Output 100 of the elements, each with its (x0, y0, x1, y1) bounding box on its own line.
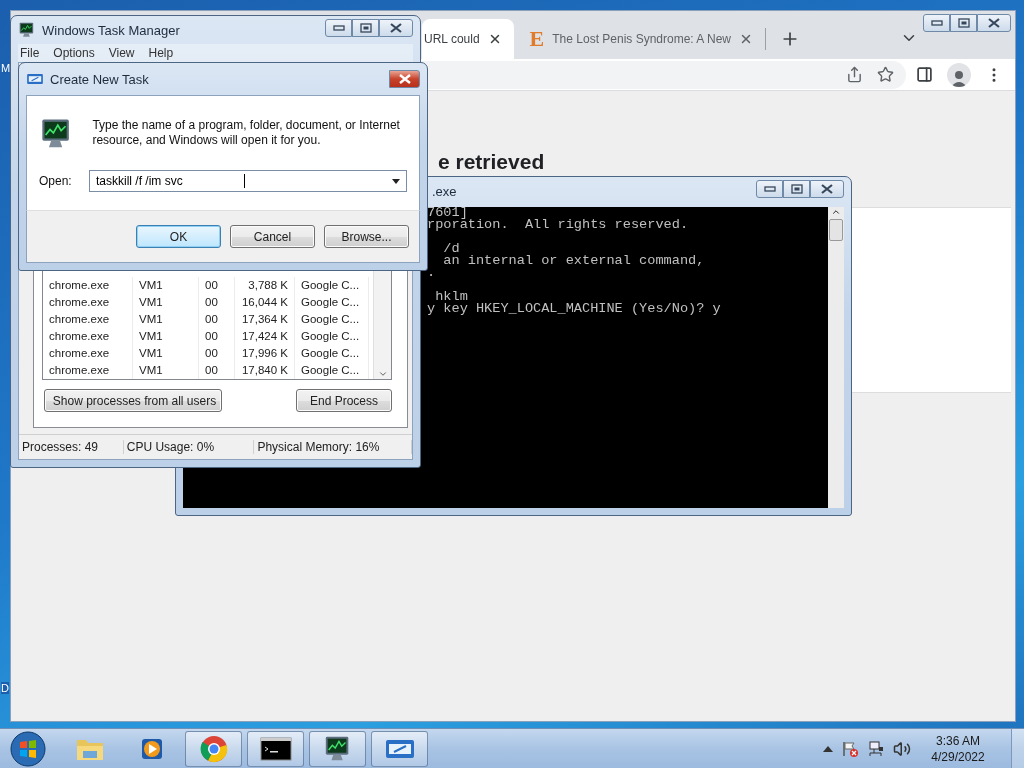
scroll-down-icon[interactable] (377, 369, 388, 379)
menu-item[interactable]: Options (53, 46, 95, 60)
tab-title: URL could (424, 32, 480, 46)
table-cell: 00 (199, 311, 235, 328)
taskbar-button[interactable] (309, 731, 366, 767)
show-hidden-icons-icon[interactable] (823, 745, 833, 753)
table-cell: 17,424 K (235, 328, 295, 345)
console-line: 7601] (427, 207, 468, 219)
network-icon[interactable] (867, 740, 885, 758)
table-cell: Google C... (295, 277, 369, 294)
maximize-button[interactable] (352, 19, 379, 37)
close-button[interactable] (379, 19, 413, 37)
table-cell: chrome.exe (43, 294, 133, 311)
run-dialog-icon (383, 737, 416, 761)
table-cell: 00 (199, 328, 235, 345)
maximize-icon (790, 184, 803, 194)
clock-time: 3:36 AM (936, 733, 980, 749)
table-cell: 00 (199, 277, 235, 294)
browse-button[interactable]: Browse... (324, 225, 409, 248)
side-panel-icon[interactable] (916, 66, 933, 83)
console-line: . (427, 267, 437, 279)
start-button[interactable] (9, 730, 47, 768)
chrome-icon (199, 735, 228, 763)
console-line: an internal or external command, (442, 255, 706, 267)
scroll-up-icon[interactable] (831, 207, 841, 217)
table-cell: VM1 (133, 277, 199, 294)
console-line: y key HKEY_LOCAL_MACHINE (Yes/No)? y (427, 303, 722, 315)
window-title: .exe (432, 183, 457, 199)
show-all-processes-button[interactable]: Show processes from all users (44, 389, 222, 412)
maximize-button[interactable] (950, 14, 977, 32)
close-icon (987, 18, 1001, 28)
table-cell: chrome.exe (43, 345, 133, 362)
browser-tab[interactable]: E The Lost Penis Syndrome: A New (517, 19, 766, 59)
close-button[interactable] (389, 70, 420, 88)
table-cell: VM1 (133, 294, 199, 311)
open-combobox[interactable]: taskkill /f /im svc (89, 170, 407, 192)
table-cell: Google C... (295, 294, 369, 311)
scrollbar-thumb[interactable] (829, 219, 843, 241)
status-text: Processes: 49 (19, 440, 124, 454)
minimize-button[interactable] (923, 14, 950, 32)
end-process-button[interactable]: End Process (296, 389, 392, 412)
minimize-button[interactable] (325, 19, 352, 37)
table-cell: chrome.exe (43, 328, 133, 345)
minimize-icon (763, 186, 776, 192)
table-cell: VM1 (133, 328, 199, 345)
dialog-title: Create New Task (50, 71, 149, 87)
close-button[interactable] (977, 14, 1011, 32)
maximize-button[interactable] (783, 180, 810, 198)
maximize-icon (957, 18, 970, 28)
volume-icon[interactable] (893, 740, 911, 758)
close-icon (397, 74, 412, 84)
table-cell: Google C... (295, 328, 369, 345)
console-line: rporation. All rights reserved. (427, 219, 690, 231)
tab-title: The Lost Penis Syndrome: A New (552, 32, 732, 46)
console-line: hklm (434, 291, 469, 303)
table-cell: 17,996 K (235, 345, 295, 362)
taskbar-button[interactable] (247, 731, 304, 767)
close-icon (820, 184, 834, 194)
ok-button[interactable]: OK (136, 225, 221, 248)
status-text: Physical Memory: 16% (254, 440, 412, 454)
menu-item[interactable]: View (108, 46, 135, 60)
table-cell: 3,788 K (235, 277, 295, 294)
table-cell: VM1 (133, 311, 199, 328)
action-center-flag-icon[interactable] (841, 740, 859, 758)
maximize-icon (359, 23, 372, 33)
share-icon[interactable] (846, 66, 863, 83)
desktop-icon-label[interactable]: M (1, 62, 11, 74)
table-cell: VM1 (133, 362, 199, 379)
console-line: /d (442, 243, 461, 255)
minimize-icon (332, 25, 345, 31)
dropdown-caret-icon[interactable] (392, 178, 400, 184)
cancel-button[interactable]: Cancel (230, 225, 315, 248)
dialog-message: Type the name of a program, folder, document, or Internet resource, and Windows will open it for you. (92, 117, 401, 148)
menu-item[interactable]: Help (148, 46, 174, 60)
task-manager-icon (18, 21, 36, 39)
desktop-icon-label[interactable]: D (1, 682, 9, 694)
table-cell: chrome.exe (43, 362, 133, 379)
menu-item[interactable]: File (20, 46, 40, 60)
table-cell: Google C... (295, 345, 369, 362)
minimize-icon (930, 20, 943, 26)
open-label: Open: (39, 174, 71, 188)
scrollbar[interactable] (828, 207, 844, 508)
table-cell: VM1 (133, 345, 199, 362)
table-cell: Google C... (295, 311, 369, 328)
close-button[interactable] (810, 180, 844, 198)
terminal-icon (259, 737, 292, 761)
minimize-button[interactable] (756, 180, 783, 198)
window-title: Windows Task Manager (42, 22, 180, 38)
table-cell: 17,840 K (235, 362, 295, 379)
site-favicon: E (529, 28, 545, 50)
clock[interactable]: 3:36 AM 4/29/2022 (925, 733, 991, 765)
table-cell: Google C... (295, 362, 369, 379)
table-cell: 00 (199, 294, 235, 311)
table-cell: 16,044 K (235, 294, 295, 311)
bookmark-star-icon[interactable] (877, 66, 894, 83)
page-heading: e retrieved (438, 149, 546, 175)
browser-tab[interactable]: URL could (422, 19, 514, 59)
profile-avatar[interactable] (947, 62, 971, 87)
table-cell: 17,364 K (235, 311, 295, 328)
status-text: CPU Usage: 0% (123, 440, 255, 454)
